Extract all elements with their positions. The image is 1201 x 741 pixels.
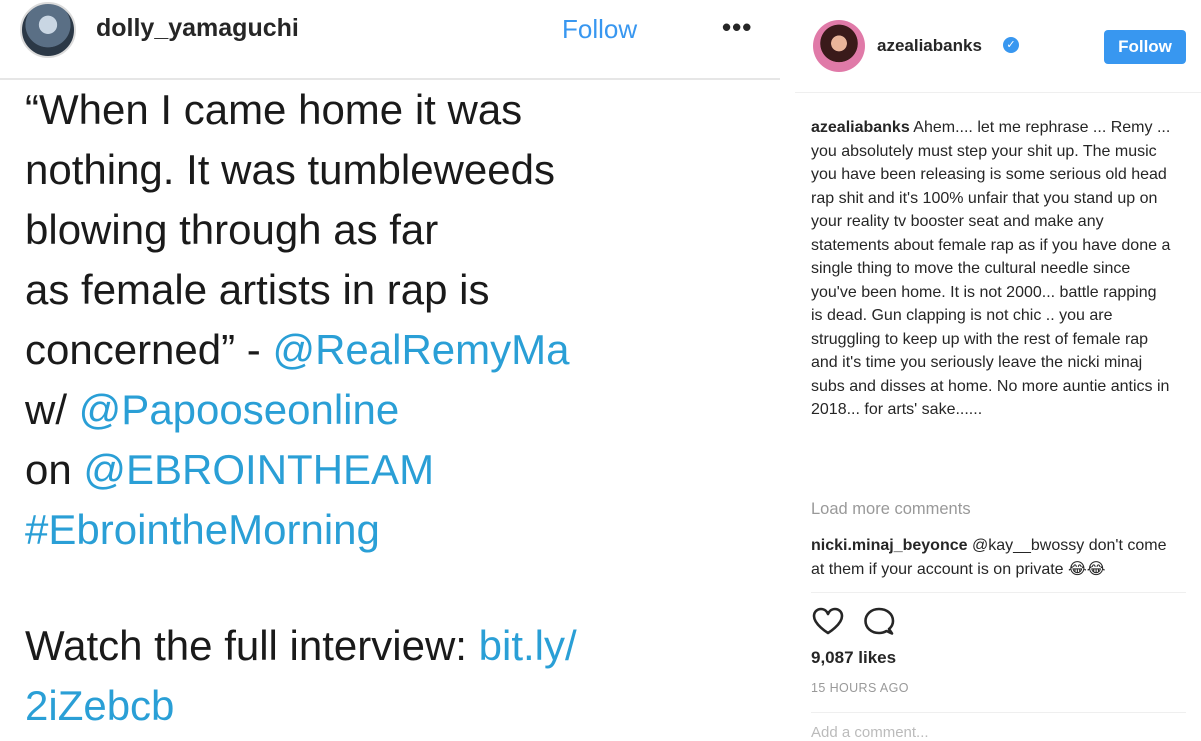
post-username[interactable]: dolly_yamaguchi	[96, 14, 299, 43]
mention-link[interactable]: #EbrointheMorning	[25, 506, 380, 553]
text-segment: on	[25, 446, 84, 493]
post-quote-text: “When I came home it was nothing. It was …	[25, 80, 755, 560]
follow-button[interactable]: Follow	[562, 14, 637, 45]
follow-button[interactable]: Follow	[1104, 30, 1186, 64]
heart-icon[interactable]	[811, 606, 845, 636]
text-line: on @EBROINTHEAM	[25, 440, 755, 500]
text-line: “When I came home it was	[25, 80, 755, 140]
text-line: w/ @Papooseonline	[25, 380, 755, 440]
mention-link[interactable]: @EBROINTHEAM	[83, 446, 434, 493]
text-line: 2iZebcb	[25, 676, 755, 736]
avatar[interactable]	[20, 2, 76, 58]
divider	[811, 592, 1186, 593]
text-segment: Watch the full interview:	[25, 622, 479, 669]
mention-link[interactable]: bit.ly/	[479, 622, 577, 669]
text-segment: nothing. It was tumbleweeds	[25, 146, 555, 193]
verified-badge-icon: ✓	[1003, 37, 1019, 53]
left-post: dolly_yamaguchi Follow ••• “When I came …	[0, 0, 780, 736]
text-segment: blowing through as far	[25, 206, 439, 253]
post-username[interactable]: azealiabanks	[877, 36, 982, 56]
comment-text: Ahem.... let me rephrase ... Remy ... yo…	[811, 119, 1171, 418]
text-line: concerned” - @RealRemyMa	[25, 320, 755, 380]
likes-count[interactable]: 9,087 likes	[811, 648, 896, 668]
divider	[811, 712, 1186, 713]
text-line: as female artists in rap is	[25, 260, 755, 320]
avatar[interactable]	[813, 20, 865, 72]
list-item: nicki.minaj_beyonce @kay__bwossy don't c…	[811, 534, 1176, 590]
add-comment-input[interactable]: Add a comment...	[811, 724, 929, 741]
mention-link[interactable]: @RealRemyMa	[272, 326, 569, 373]
post-timestamp: 15 HOURS AGO	[811, 681, 909, 695]
text-segment: concerned” -	[25, 326, 273, 373]
caption: azealiabanks Ahem.... let me rephrase ..…	[811, 116, 1171, 422]
text-segment: “When I came home it was	[25, 86, 523, 133]
text-line: #EbrointheMorning	[25, 500, 755, 560]
text-line: nothing. It was tumbleweeds	[25, 140, 755, 200]
text-segment: w/	[25, 386, 79, 433]
text-line: blowing through as far	[25, 200, 755, 260]
mention-link[interactable]: @Papooseonline	[79, 386, 400, 433]
watch-interview-text: Watch the full interview: bit.ly/2iZebcb	[25, 616, 755, 736]
comment-author[interactable]: azealiabanks	[811, 119, 910, 136]
mention-link[interactable]: 2iZebcb	[25, 682, 174, 729]
load-more-comments-link[interactable]: Load more comments	[811, 500, 971, 519]
right-post: azealiabanks ✓ Follow azealiabanks Ahem.…	[795, 0, 1201, 741]
text-line: Watch the full interview: bit.ly/	[25, 616, 755, 676]
right-post-header: azealiabanks ✓ Follow	[795, 0, 1201, 93]
comment-author[interactable]: nicki.minaj_beyonce	[811, 537, 968, 554]
comment-icon[interactable]	[863, 606, 895, 636]
left-post-header: dolly_yamaguchi Follow •••	[0, 0, 780, 80]
more-options-icon[interactable]: •••	[722, 12, 752, 43]
text-segment: as female artists in rap is	[25, 266, 490, 313]
